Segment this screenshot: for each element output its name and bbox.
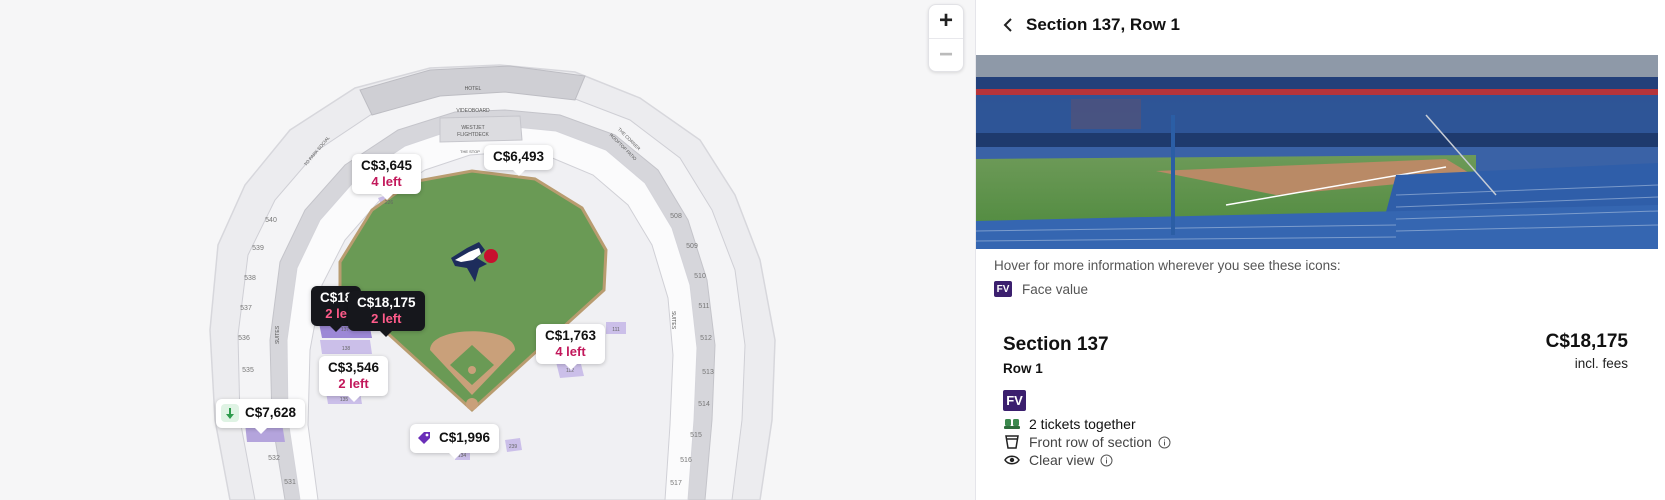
section-label: 540: [265, 217, 277, 224]
price-pin[interactable]: C$6,493: [484, 145, 554, 176]
feature-clear-view: Clear view: [1003, 452, 1113, 468]
section-label: 111: [612, 327, 620, 333]
section-label: 538: [244, 275, 256, 282]
section-label: 239: [509, 444, 518, 450]
price-pin[interactable]: C$1,996: [410, 424, 500, 460]
section-label: 539: [252, 245, 264, 252]
section-label: 511: [698, 303, 709, 310]
pin-price: C$3,546: [328, 360, 380, 375]
section-label: 226: [385, 200, 394, 206]
suites-left-label: SUITES: [275, 325, 281, 344]
section-label: 515: [690, 432, 702, 439]
incl-fees-label: incl. fees: [1574, 356, 1628, 371]
feature-label: Front row of section: [1029, 434, 1152, 450]
section-label: 536: [238, 335, 250, 342]
flightdeck-label: FLIGHTDECK: [457, 132, 489, 138]
pin-price: C$18,175: [357, 295, 416, 310]
section-label: 513: [702, 369, 714, 376]
suites-right-label: SUITES: [670, 311, 676, 330]
section-label: 531: [284, 479, 296, 486]
pin-price: C$7,628: [245, 405, 297, 421]
zoom-control: + −: [928, 4, 964, 72]
chevron-left-icon[interactable]: [998, 15, 1018, 35]
hotel-label: HOTEL: [465, 86, 482, 92]
hover-info-text: Hover for more information wherever you …: [994, 258, 1341, 273]
section-label: 516: [680, 457, 692, 464]
pin-availability: 2 left: [371, 311, 402, 326]
deal-tag-icon: [221, 404, 239, 422]
feature-tickets-together: 2 tickets together: [1003, 416, 1136, 432]
section-label: 537: [240, 305, 252, 312]
pin-price: C$1,763: [545, 328, 597, 343]
face-value-badge-icon[interactable]: FV: [1003, 390, 1026, 411]
feature-label: 2 tickets together: [1029, 416, 1136, 432]
pin-price: C$3,645: [361, 158, 413, 173]
price-pin[interactable]: C$3,546 2 left: [319, 356, 389, 402]
section-label: 512: [700, 335, 712, 342]
section-label: 510: [694, 273, 706, 280]
pin-price: C$1,996: [439, 430, 491, 446]
front-row-icon: [1003, 434, 1021, 450]
feature-front-row: Front row of section: [1003, 434, 1171, 450]
section-heading: Section 137: [1003, 334, 1109, 355]
face-value-legend: FV Face value: [994, 281, 1088, 297]
seats-icon: [1003, 416, 1021, 432]
face-value-label: Face value: [1022, 281, 1089, 297]
westjet-label: WESTJET: [461, 125, 484, 131]
pin-availability: 2 left: [338, 376, 369, 391]
zoom-out-button[interactable]: −: [929, 37, 963, 72]
ticket-price: C$18,175: [1545, 331, 1628, 352]
pin-price: C$6,493: [493, 149, 545, 164]
row-label: Row 1: [1003, 361, 1043, 376]
view-from-seat-image: [976, 55, 1658, 249]
section-label: 514: [698, 401, 710, 408]
listing-detail-panel: Section 137, Row 1 Hover for more inform…: [975, 0, 1665, 500]
section-label: 535: [242, 367, 254, 374]
zoom-in-button[interactable]: +: [929, 5, 963, 38]
price-pin[interactable]: C$3,645 4 left: [352, 154, 422, 200]
feature-label: Clear view: [1029, 452, 1095, 468]
seat-map[interactable]: HOTEL VIDEOBOARD WESTJET FLIGHTDECK THE …: [0, 0, 975, 500]
pin-availability: 4 left: [555, 344, 586, 359]
videoboard-label: VIDEOBOARD: [456, 108, 490, 114]
eye-icon: [1003, 452, 1021, 468]
section-label: 508: [670, 213, 682, 220]
panel-header: Section 137, Row 1: [976, 0, 1665, 50]
price-pin-selected[interactable]: C$18,175 2 left: [348, 291, 425, 337]
pin-availability: 4 left: [371, 174, 402, 189]
section-label: 509: [686, 243, 698, 250]
price-tag-icon: [415, 429, 433, 447]
the-stop-label: THE STOP: [460, 149, 480, 154]
panel-title: Section 137, Row 1: [1026, 15, 1180, 34]
face-value-badge-icon[interactable]: FV: [994, 281, 1012, 297]
section-label: 138: [342, 346, 351, 352]
section-label: 517: [670, 480, 682, 487]
section-label: 532: [268, 455, 280, 462]
info-icon[interactable]: [1158, 436, 1171, 449]
price-pin[interactable]: C$7,628: [216, 399, 306, 435]
price-pin[interactable]: C$1,763 4 left: [536, 324, 606, 370]
info-icon[interactable]: [1100, 454, 1113, 467]
